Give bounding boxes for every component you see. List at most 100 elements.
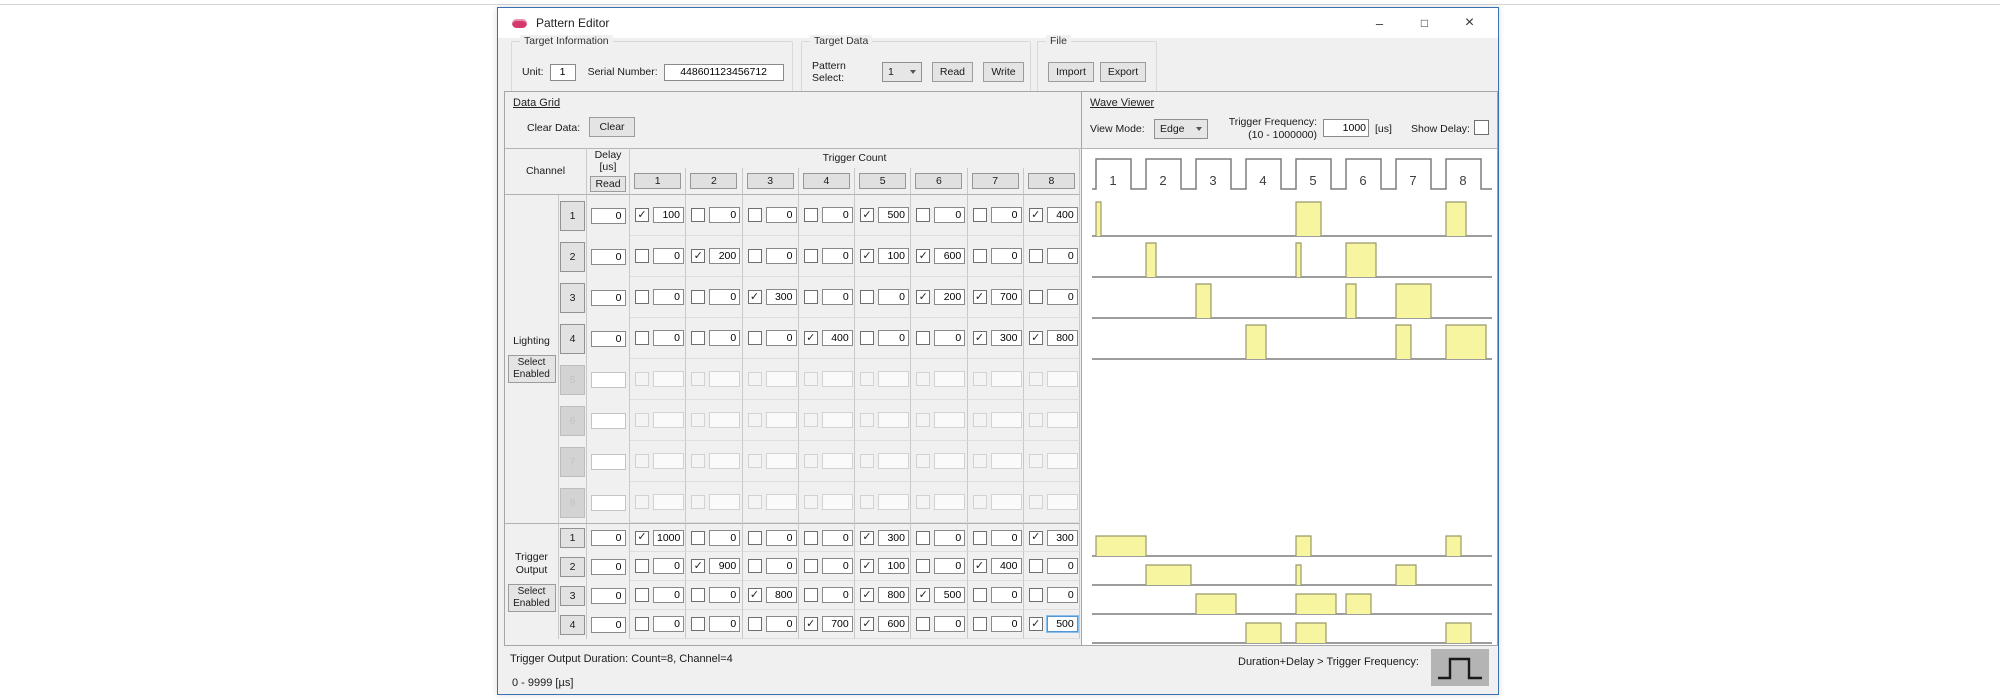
channel-button[interactable]: 1: [560, 528, 585, 548]
channel-button[interactable]: 3: [560, 283, 585, 313]
trigger-checkbox[interactable]: ✓: [860, 559, 874, 573]
trigger-value-input[interactable]: [653, 616, 684, 632]
trigger-value-input[interactable]: [766, 558, 797, 574]
unit-field[interactable]: [550, 64, 576, 81]
trigger-checkbox[interactable]: [635, 617, 649, 631]
clear-button[interactable]: Clear: [589, 117, 635, 137]
trigger-value-input[interactable]: [653, 558, 684, 574]
trigger-checkbox[interactable]: [748, 559, 762, 573]
trigger-checkbox[interactable]: ✓: [916, 249, 930, 263]
trigger-checkbox[interactable]: ✓: [860, 617, 874, 631]
trigger-checkbox[interactable]: ✓: [804, 617, 818, 631]
trigger-value-input[interactable]: [1047, 289, 1078, 305]
trigger-checkbox[interactable]: ✓: [804, 331, 818, 345]
maximize-button[interactable]: □: [1402, 8, 1447, 38]
write-button[interactable]: Write: [983, 62, 1024, 82]
trigger-value-input[interactable]: [653, 587, 684, 603]
trigger-value-input[interactable]: [934, 587, 965, 603]
trigger-value-input[interactable]: [934, 207, 965, 223]
trigger-value-input[interactable]: [653, 289, 684, 305]
trigger-count-column-button[interactable]: 4: [803, 173, 850, 189]
trigger-value-input[interactable]: [991, 330, 1022, 346]
trigger-checkbox[interactable]: [748, 531, 762, 545]
trigger-value-input[interactable]: [1047, 207, 1078, 223]
trigger-value-input[interactable]: [878, 207, 909, 223]
trigger-value-input[interactable]: [822, 616, 853, 632]
trigger-checkbox[interactable]: ✓: [973, 559, 987, 573]
delay-input[interactable]: [591, 331, 626, 347]
read-button[interactable]: Read: [932, 62, 973, 82]
trigger-checkbox[interactable]: [916, 559, 930, 573]
trigger-value-input[interactable]: [991, 248, 1022, 264]
delay-input[interactable]: [591, 249, 626, 265]
trigger-value-input[interactable]: [709, 289, 740, 305]
trigger-checkbox[interactable]: ✓: [1029, 331, 1043, 345]
trigger-checkbox[interactable]: [748, 331, 762, 345]
trigger-checkbox[interactable]: ✓: [691, 559, 705, 573]
trigger-value-input[interactable]: [822, 587, 853, 603]
trigger-checkbox[interactable]: [635, 290, 649, 304]
read-delay-button[interactable]: Read: [590, 176, 626, 192]
trigger-checkbox[interactable]: [860, 331, 874, 345]
trigger-value-input[interactable]: [934, 289, 965, 305]
trigger-value-input[interactable]: [878, 558, 909, 574]
trigger-checkbox[interactable]: ✓: [635, 531, 649, 545]
trigger-value-input[interactable]: [709, 530, 740, 546]
trigger-checkbox[interactable]: ✓: [1029, 531, 1043, 545]
trigger-checkbox[interactable]: [691, 290, 705, 304]
trigger-value-input[interactable]: [766, 530, 797, 546]
trigger-count-column-button[interactable]: 8: [1028, 173, 1075, 189]
trigger-value-input[interactable]: [1047, 558, 1078, 574]
trigger-checkbox[interactable]: ✓: [1029, 208, 1043, 222]
trigger-value-input[interactable]: [653, 330, 684, 346]
channel-button[interactable]: 3: [560, 586, 585, 606]
trigger-value-input[interactable]: [709, 207, 740, 223]
trigger-checkbox[interactable]: [804, 249, 818, 263]
trigger-checkbox[interactable]: [916, 331, 930, 345]
trigger-checkbox[interactable]: [973, 531, 987, 545]
delay-input[interactable]: [591, 530, 626, 546]
lighting-select-enabled-button[interactable]: Select Enabled: [508, 355, 556, 383]
pattern-select-dropdown[interactable]: 1: [882, 62, 922, 82]
trigger-value-input[interactable]: [766, 289, 797, 305]
trigger-value-input[interactable]: [709, 587, 740, 603]
channel-button[interactable]: 4: [560, 324, 585, 354]
trigger-checkbox[interactable]: ✓: [635, 208, 649, 222]
trigger-value-input[interactable]: [934, 558, 965, 574]
trigger-checkbox[interactable]: [635, 249, 649, 263]
import-button[interactable]: Import: [1048, 62, 1094, 82]
trigger-checkbox[interactable]: [748, 617, 762, 631]
close-button[interactable]: ×: [1447, 8, 1492, 38]
trigger-value-input[interactable]: [653, 530, 684, 546]
trigger-value-input[interactable]: [991, 558, 1022, 574]
trigger-value-input[interactable]: [991, 616, 1022, 632]
serial-number-field[interactable]: [664, 64, 784, 81]
delay-input[interactable]: [591, 617, 626, 633]
trigger-value-input[interactable]: [822, 330, 853, 346]
trigger-checkbox[interactable]: ✓: [748, 290, 762, 304]
trigger-value-input[interactable]: [709, 248, 740, 264]
show-delay-checkbox[interactable]: [1474, 120, 1489, 135]
trigger-value-input[interactable]: [1047, 330, 1078, 346]
delay-input[interactable]: [591, 588, 626, 604]
trigger-count-column-button[interactable]: 1: [634, 173, 681, 189]
trigger-checkbox[interactable]: [1029, 249, 1043, 263]
trigger-value-input[interactable]: [878, 530, 909, 546]
trigger-checkbox[interactable]: [804, 208, 818, 222]
trigger-count-column-button[interactable]: 2: [690, 173, 737, 189]
trigger-value-input[interactable]: [653, 248, 684, 264]
trigger-value-input[interactable]: [709, 558, 740, 574]
trigger-value-input[interactable]: [822, 248, 853, 264]
trigger-checkbox[interactable]: [691, 617, 705, 631]
trigger-value-input[interactable]: [709, 616, 740, 632]
trigger-count-column-button[interactable]: 3: [747, 173, 794, 189]
trigger-checkbox[interactable]: ✓: [860, 588, 874, 602]
delay-input[interactable]: [591, 290, 626, 306]
trigger-checkbox[interactable]: ✓: [860, 531, 874, 545]
trigger-count-column-button[interactable]: 5: [859, 173, 906, 189]
trigger-value-input[interactable]: [934, 616, 965, 632]
delay-input[interactable]: [591, 559, 626, 575]
trigger-value-input[interactable]: [878, 289, 909, 305]
trigger-checkbox[interactable]: [804, 531, 818, 545]
trigger-checkbox[interactable]: [691, 208, 705, 222]
